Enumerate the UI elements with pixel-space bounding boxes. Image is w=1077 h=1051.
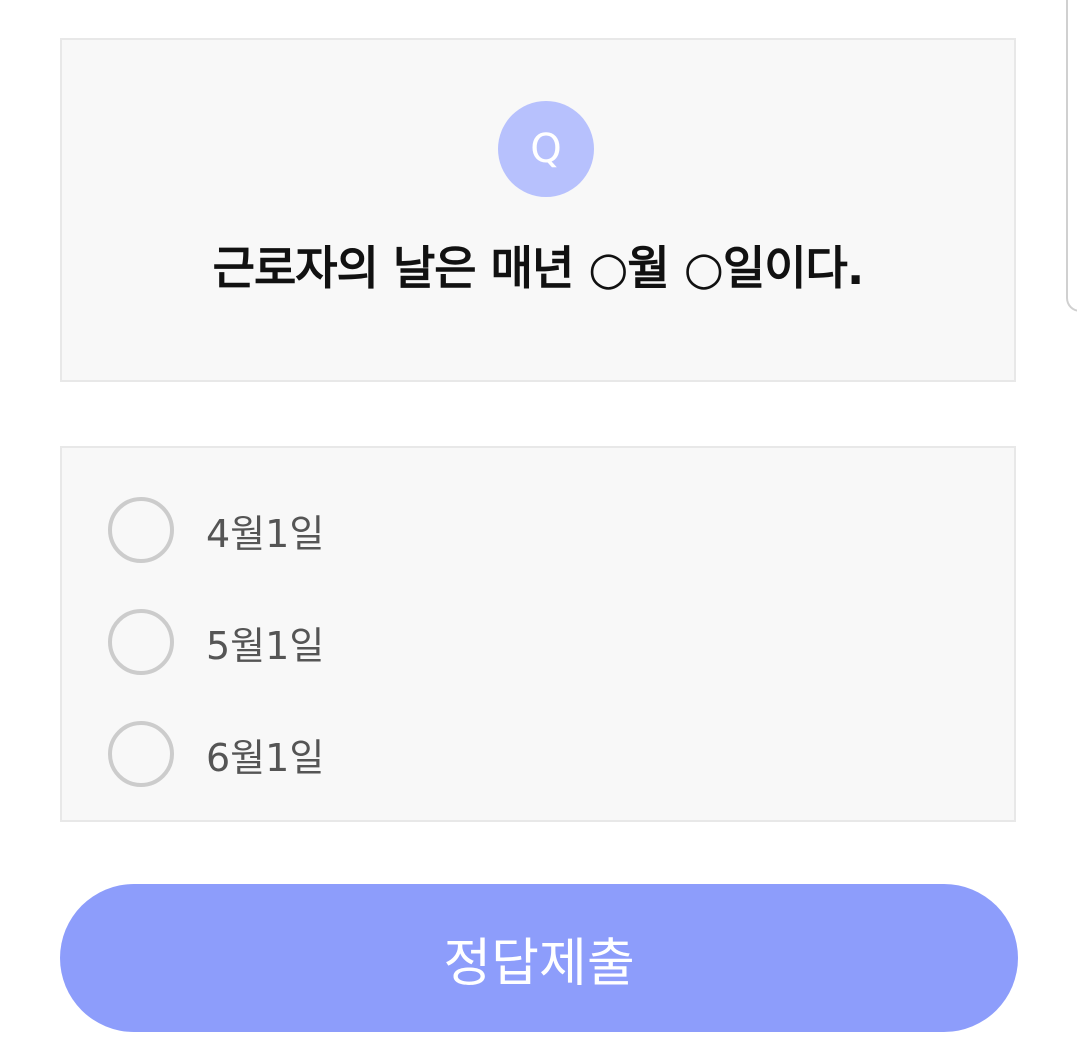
radio-button[interactable] [108,609,174,675]
submit-answer-button[interactable]: 정답제출 [60,884,1018,1032]
radio-button[interactable] [108,721,174,787]
option-label: 6월1일 [206,735,325,780]
radio-button[interactable] [108,497,174,563]
quiz-page: Q 근로자의 날은 매년 ○월 ○일이다. 4월1일 5월1일 6월1일 정답제… [0,0,1077,1051]
option-3[interactable]: 6월1일 [108,716,324,792]
question-badge: Q [498,101,594,197]
option-label: 5월1일 [206,623,325,668]
question-card: Q 근로자의 날은 매년 ○월 ○일이다. [60,38,1016,382]
option-1[interactable]: 4월1일 [108,492,324,568]
answer-options: 4월1일 5월1일 6월1일 [60,446,1016,822]
option-label: 4월1일 [206,511,325,556]
option-2[interactable]: 5월1일 [108,604,324,680]
question-text: 근로자의 날은 매년 ○월 ○일이다. [212,241,865,295]
scrollbar[interactable] [1066,0,1077,312]
